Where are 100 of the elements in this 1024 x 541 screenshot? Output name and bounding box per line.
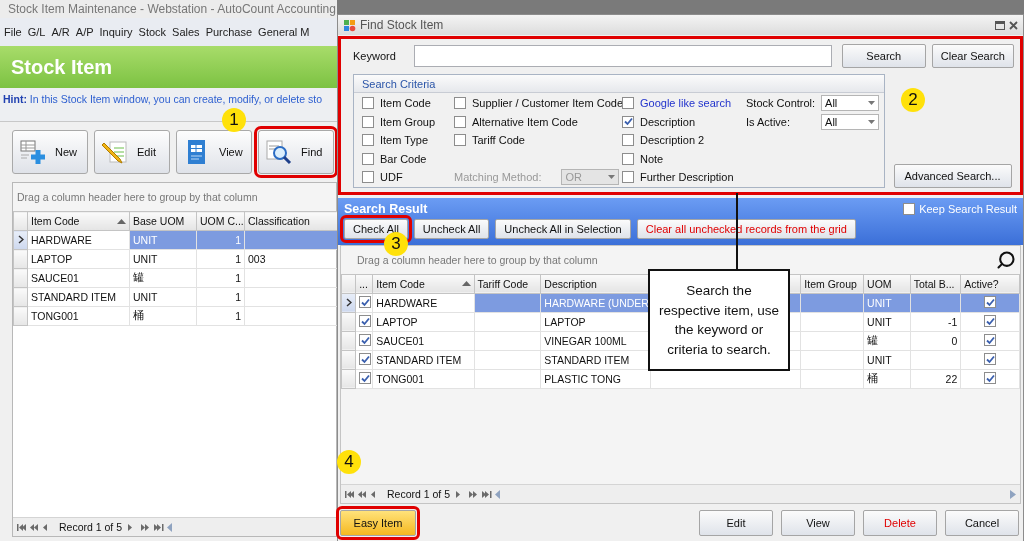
- table-cell: HARDWARE: [27, 230, 130, 250]
- checkbox[interactable]: [359, 372, 372, 385]
- search-icon[interactable]: [996, 249, 1016, 270]
- checkbox[interactable]: [622, 134, 634, 147]
- table-cell: 桶: [129, 306, 197, 326]
- column-header[interactable]: Item Code: [27, 211, 130, 231]
- checkbox[interactable]: [359, 353, 372, 366]
- checkbox[interactable]: [984, 315, 997, 328]
- menu-item[interactable]: Sales: [172, 26, 200, 38]
- edit-button[interactable]: Edit: [94, 130, 170, 174]
- checkbox[interactable]: [984, 334, 997, 347]
- caret-icon: [868, 101, 876, 106]
- column-header[interactable]: Total B...: [910, 274, 961, 293]
- new-button[interactable]: New: [12, 130, 88, 174]
- first-page-icon[interactable]: [17, 522, 27, 532]
- filter-dropdown[interactable]: All: [821, 113, 880, 130]
- checkbox[interactable]: [984, 353, 997, 366]
- table-cell: SAUCE01: [372, 331, 475, 350]
- grid-action-button[interactable]: Uncheck All: [413, 218, 490, 239]
- checkbox-label: Supplier / Customer Item Code: [472, 97, 623, 110]
- page-title: Stock Item: [0, 46, 337, 88]
- checkbox[interactable]: [362, 171, 374, 184]
- view-button[interactable]: View: [176, 130, 252, 174]
- table-cell: UNIT: [863, 312, 911, 331]
- column-header[interactable]: Item Group: [800, 274, 864, 293]
- menu-item[interactable]: Inquiry: [99, 26, 133, 38]
- column-header[interactable]: Description: [540, 274, 651, 293]
- menu-item[interactable]: Stock: [138, 26, 167, 38]
- checkbox[interactable]: [622, 171, 634, 184]
- previous-page-icon[interactable]: [358, 489, 368, 499]
- advanced-search-button[interactable]: Advanced Search...: [893, 163, 1012, 188]
- checkbox[interactable]: [622, 115, 634, 128]
- table-cell: UNIT: [863, 350, 911, 369]
- row-pointer-icon: [17, 235, 24, 244]
- window-title: Stock Item Maintenance - Webstation - AutoCount Accounting: [8, 2, 336, 16]
- filter-label: Stock Control:: [746, 97, 816, 110]
- column-header[interactable]: Item Code: [372, 274, 475, 293]
- close-icon[interactable]: [1009, 20, 1018, 30]
- table-cell: SAUCE01: [27, 268, 130, 288]
- pencil-icon: [101, 138, 129, 166]
- footer-button[interactable]: View: [781, 510, 855, 536]
- checkbox[interactable]: [622, 152, 634, 165]
- footer-button[interactable]: Delete: [863, 510, 937, 536]
- keyword-field[interactable]: [413, 45, 832, 67]
- menu-item[interactable]: Purchase: [205, 26, 253, 38]
- last-page-icon[interactable]: [154, 522, 165, 532]
- checkbox[interactable]: [984, 296, 997, 309]
- checkbox-label: Item Type: [380, 134, 429, 147]
- footer-button[interactable]: Edit: [699, 510, 773, 536]
- filter-dropdown[interactable]: All: [821, 95, 880, 112]
- last-page-icon[interactable]: [482, 489, 493, 499]
- step-number-badge: 4: [337, 450, 361, 474]
- checkbox-label: Google like search: [640, 97, 732, 110]
- checkbox-label: Keep Search Result: [919, 202, 1017, 215]
- checkbox-label: Item Group: [380, 115, 436, 128]
- column-header[interactable]: UOM C...: [196, 211, 245, 231]
- checkbox-label: Description 2: [640, 134, 705, 147]
- checkbox[interactable]: [454, 97, 466, 110]
- first-page-icon[interactable]: [345, 489, 355, 499]
- caret-icon: [868, 119, 876, 124]
- checkbox[interactable]: [362, 152, 374, 165]
- checkbox[interactable]: [359, 334, 372, 347]
- checkbox-label: Bar Code: [380, 152, 427, 165]
- column-header[interactable]: Active?: [960, 274, 1020, 293]
- row-pointer-icon: [345, 297, 352, 307]
- checkbox[interactable]: [359, 315, 372, 328]
- checkbox[interactable]: [454, 115, 466, 128]
- column-header[interactable]: UOM: [863, 274, 911, 293]
- checkbox-label: Alternative Item Code: [472, 115, 578, 128]
- table-plus-icon: [19, 138, 47, 166]
- previous-page-icon[interactable]: [30, 522, 40, 532]
- next-page-icon[interactable]: [469, 489, 480, 499]
- menu-item[interactable]: A/P: [75, 26, 94, 38]
- next-page-icon[interactable]: [141, 522, 152, 532]
- checkbox[interactable]: [359, 296, 372, 309]
- filter-label: Is Active:: [746, 115, 791, 128]
- checkbox[interactable]: [362, 115, 374, 128]
- table-cell: 0: [910, 331, 961, 350]
- checkbox[interactable]: [622, 97, 634, 110]
- checkbox[interactable]: [362, 97, 374, 110]
- checkbox[interactable]: [903, 202, 916, 215]
- menu-item[interactable]: General M: [258, 26, 310, 38]
- checkbox[interactable]: [454, 134, 466, 147]
- callout-box: Search the respective item, use the keyword or criteria to search.: [648, 269, 790, 372]
- checkbox[interactable]: [984, 372, 997, 385]
- column-header[interactable]: Base UOM: [129, 211, 197, 231]
- grid-action-button[interactable]: Uncheck All in Selection: [495, 218, 631, 239]
- column-header[interactable]: Tariff Code: [474, 274, 541, 293]
- menu-item[interactable]: G/L: [27, 26, 46, 38]
- row-indicator[interactable]: [341, 293, 356, 312]
- search-button[interactable]: Clear Search: [931, 44, 1014, 68]
- checkbox[interactable]: [362, 134, 374, 147]
- table-cell: 1: [196, 306, 245, 326]
- menu-item[interactable]: File: [4, 26, 22, 38]
- search-button[interactable]: Search: [841, 44, 926, 68]
- table-cell: UNIT: [129, 249, 197, 269]
- menu-item[interactable]: A/R: [51, 26, 70, 38]
- table-cell: 罐: [129, 268, 197, 288]
- maximize-icon[interactable]: [995, 20, 1005, 30]
- footer-button[interactable]: Cancel: [945, 510, 1019, 536]
